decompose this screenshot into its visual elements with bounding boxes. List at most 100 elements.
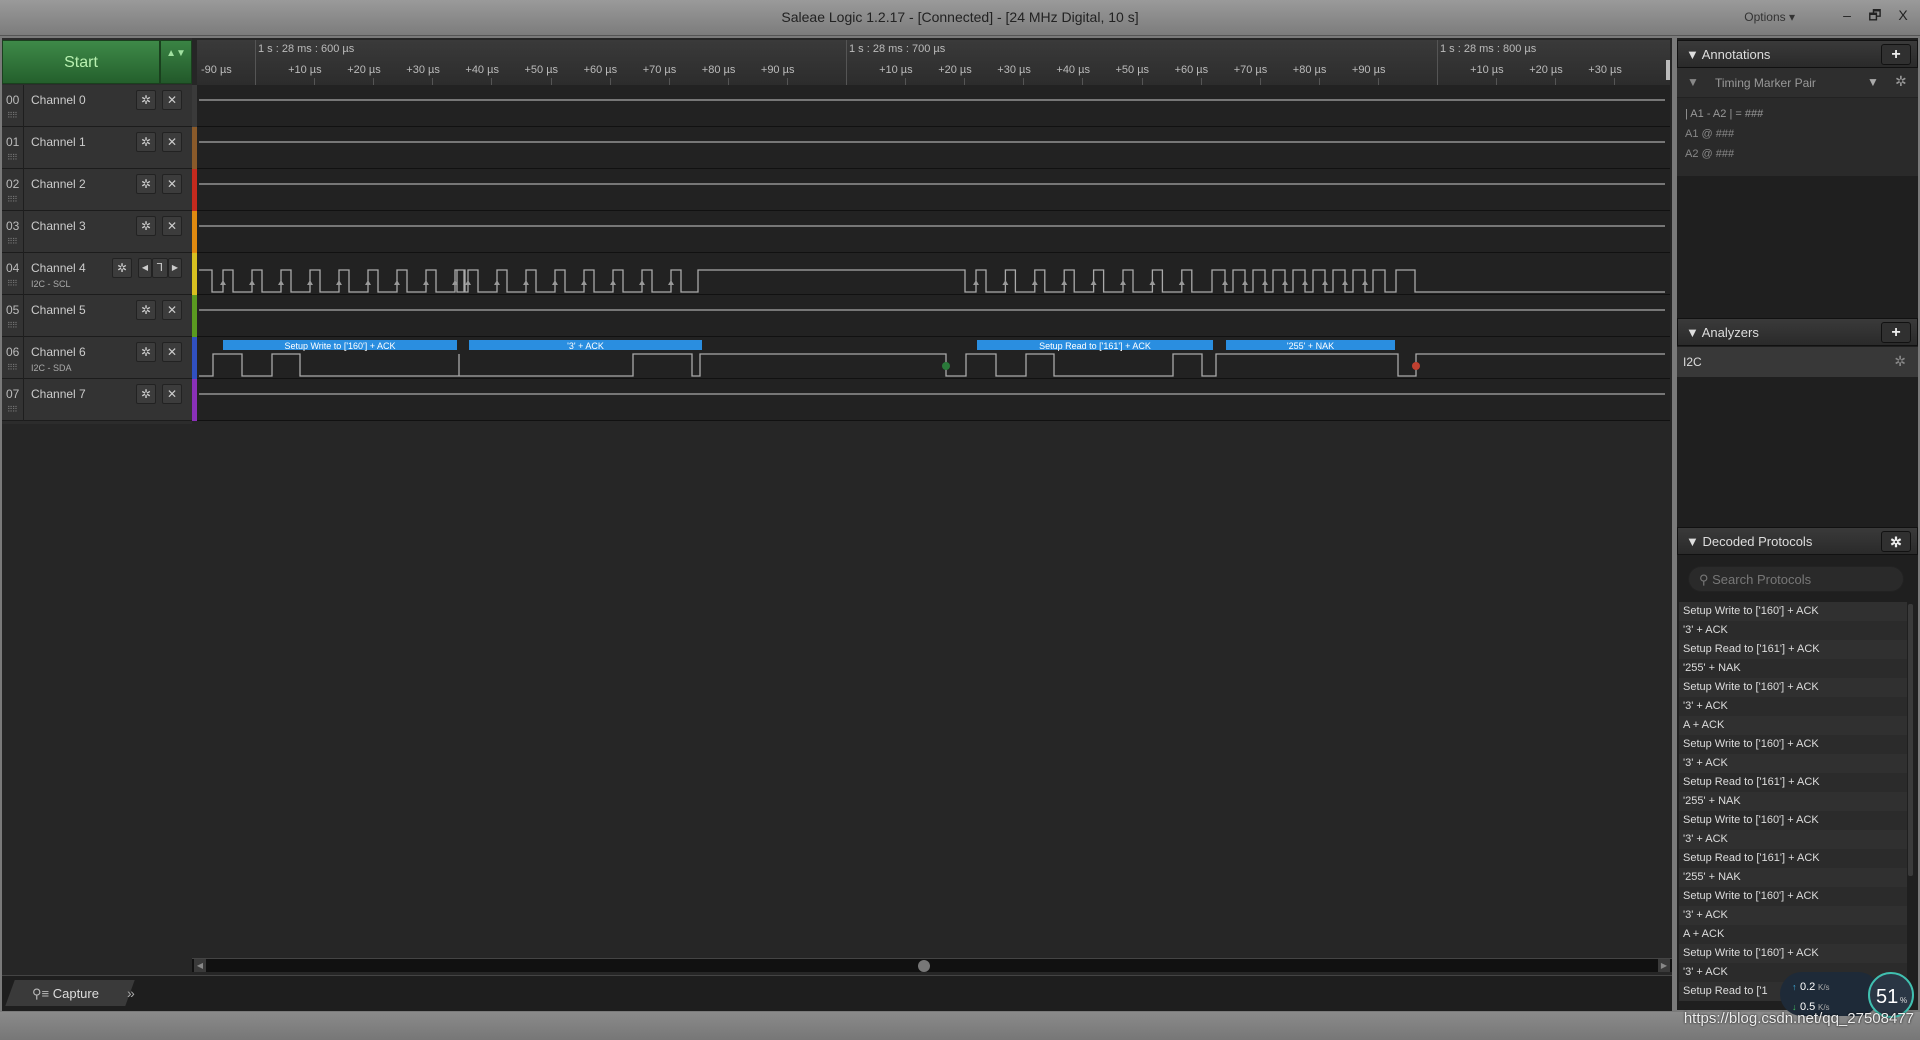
scroll-right-arrow-icon[interactable]: ▶ (1658, 959, 1670, 972)
start-button[interactable]: Start (2, 40, 160, 84)
gear-icon[interactable]: ✲ (136, 90, 156, 110)
close-channel-icon[interactable]: ✕ (162, 132, 182, 152)
drag-grip-icon[interactable]: ⠿⠿ (7, 237, 18, 246)
decoded-protocol-list[interactable]: Setup Write to ['160'] + ACK '3' + ACK Set… (1679, 602, 1907, 1001)
drag-grip-icon[interactable]: ⠿⠿ (7, 195, 18, 204)
channel-name[interactable]: Channel 3 (31, 219, 86, 233)
drag-grip-icon[interactable]: ⠿⠿ (7, 405, 18, 414)
gear-icon[interactable]: ✲ (136, 132, 156, 152)
gear-icon[interactable]: ✲ (136, 216, 156, 236)
channel-name[interactable]: Channel 7 (31, 387, 86, 401)
add-annotation-button[interactable]: + (1881, 44, 1911, 65)
drag-grip-icon[interactable]: ⠿⠿ (7, 111, 18, 120)
decoded-protocol-item[interactable]: '3' + ACK (1679, 697, 1907, 716)
close-channel-icon[interactable]: ✕ (162, 342, 182, 362)
expand-tabs-button[interactable]: » (127, 985, 135, 1001)
gear-icon[interactable]: ✲ (136, 342, 156, 362)
close-channel-icon[interactable]: ✕ (162, 216, 182, 236)
gear-icon[interactable]: ✲ (136, 300, 156, 320)
gear-icon[interactable]: ✲ (1895, 73, 1907, 90)
options-menu[interactable]: Options ▾ (1744, 10, 1795, 24)
channel-name[interactable]: Channel 6 (31, 345, 86, 359)
decoded-protocol-item[interactable]: '3' + ACK (1679, 754, 1907, 773)
channel-name[interactable]: Channel 1 (31, 135, 86, 149)
marker-dropdown-icon[interactable]: ▼ (1867, 75, 1879, 89)
decoded-protocol-item[interactable]: '3' + ACK (1679, 830, 1907, 849)
channel-name[interactable]: Channel 0 (31, 93, 86, 107)
drag-grip-icon[interactable]: ⠿⠿ (7, 279, 18, 288)
channel-row-02[interactable]: 02 ⠿⠿ Channel 2 ✲ ✕ (2, 169, 192, 211)
close-channel-icon[interactable]: ✕ (162, 90, 182, 110)
gear-icon[interactable]: ✲ (136, 174, 156, 194)
restore-button[interactable]: 🗗 (1862, 4, 1888, 26)
channel-row-01[interactable]: 01 ⠿⠿ Channel 1 ✲ ✕ (2, 127, 192, 169)
protocol-list-scrollbar[interactable] (1908, 604, 1913, 876)
decoded-protocol-item[interactable]: '3' + ACK (1679, 906, 1907, 925)
drag-grip-icon[interactable]: ⠿⠿ (7, 153, 18, 162)
upload-speed: 0.2 (1800, 981, 1815, 993)
decoded-protocols-header[interactable]: ▼ Decoded Protocols ✲ (1677, 527, 1918, 555)
scroll-thumb[interactable] (918, 960, 930, 972)
decoded-protocol-item[interactable]: Setup Write to ['160'] + ACK (1679, 944, 1907, 963)
drag-grip-icon[interactable]: ⠿⠿ (7, 363, 18, 372)
collapse-triangle-icon: ▼ (1686, 325, 1702, 340)
decoded-protocol-item[interactable]: Setup Read to ['161'] + ACK (1679, 849, 1907, 868)
rising-edge-marker (1362, 280, 1368, 285)
channel-row-06[interactable]: 06 ⠿⠿ Channel 6 I2C - SDA ✲ ✕ (2, 337, 192, 379)
minimize-button[interactable]: – (1834, 4, 1860, 26)
analyzers-header[interactable]: ▼ Analyzers + (1677, 318, 1918, 346)
channel-row-00[interactable]: 00 ⠿⠿ Channel 0 ✲ ✕ (2, 85, 192, 127)
analyzer-item-i2c[interactable]: I2C ✲ (1677, 347, 1918, 377)
trigger-right-icon[interactable]: ▶ (168, 258, 182, 278)
tick-mark (1614, 78, 1616, 85)
trigger-edge-icon[interactable]: Ꞁ (152, 258, 168, 278)
gear-icon[interactable]: ✲ (112, 258, 132, 278)
annotations-header[interactable]: ▼ Annotations + (1677, 40, 1918, 68)
drag-grip-icon[interactable]: ⠿⠿ (7, 321, 18, 330)
gear-icon[interactable]: ✲ (1894, 353, 1906, 370)
decoded-settings-gear-icon[interactable]: ✲ (1881, 531, 1911, 552)
rising-edge-marker (1120, 280, 1126, 285)
decoded-protocol-item[interactable]: '3' + ACK (1679, 621, 1907, 640)
decoded-protocol-item[interactable]: '255' + NAK (1679, 792, 1907, 811)
search-protocols-input[interactable]: ⚲ Search Protocols (1688, 566, 1904, 592)
decoded-protocol-item[interactable]: A + ACK (1679, 716, 1907, 735)
trigger-left-icon[interactable]: ◀ (138, 258, 152, 278)
close-channel-icon[interactable]: ✕ (162, 300, 182, 320)
minor-time-label: +20 µs (938, 64, 972, 76)
gear-icon[interactable]: ✲ (136, 384, 156, 404)
channel-name[interactable]: Channel 4 (31, 261, 86, 275)
scroll-left-arrow-icon[interactable]: ◀ (194, 959, 206, 972)
decoded-protocol-item[interactable]: Setup Write to ['160'] + ACK (1679, 811, 1907, 830)
close-button[interactable]: X (1890, 4, 1916, 26)
timing-marker-pair-row[interactable]: ▼ Timing Marker Pair ▼ ✲ (1677, 68, 1918, 98)
channel-row-05[interactable]: 05 ⠿⠿ Channel 5 ✲ ✕ (2, 295, 192, 337)
channel-name[interactable]: Channel 5 (31, 303, 86, 317)
decoded-protocol-item[interactable]: Setup Write to ['160'] + ACK (1679, 678, 1907, 697)
decoded-protocol-item[interactable]: Setup Write to ['160'] + ACK (1679, 602, 1907, 621)
decoded-protocol-item[interactable]: '255' + NAK (1679, 659, 1907, 678)
waveform-area[interactable]: Setup Write to ['160'] + ACK '3' + ACK Set… (197, 85, 1670, 425)
channel-row-07[interactable]: 07 ⠿⠿ Channel 7 ✲ ✕ (2, 379, 192, 421)
rising-edge-marker (1031, 280, 1038, 285)
start-options-arrows[interactable]: ▲▼ (160, 40, 192, 84)
decoded-protocol-item[interactable]: Setup Write to ['160'] + ACK (1679, 735, 1907, 754)
vertical-scrollbar[interactable] (1666, 60, 1670, 80)
channel-name[interactable]: Channel 2 (31, 177, 86, 191)
add-analyzer-button[interactable]: + (1881, 322, 1911, 343)
annotation-measurements: | A1 - A2 | = ### A1 @ ### A2 @ ### (1677, 98, 1918, 176)
close-channel-icon[interactable]: ✕ (162, 174, 182, 194)
decoded-protocol-item[interactable]: Setup Read to ['161'] + ACK (1679, 773, 1907, 792)
rising-edge-marker (465, 280, 471, 285)
horizontal-scrollbar[interactable]: ◀ ▶ (192, 958, 1672, 972)
decoded-protocol-item[interactable]: A + ACK (1679, 925, 1907, 944)
capture-tab-label[interactable]: ⚲≡ Capture (32, 986, 99, 1002)
channel-row-03[interactable]: 03 ⠿⠿ Channel 3 ✲ ✕ (2, 211, 192, 253)
timeline-ruler[interactable]: 1 s : 28 ms : 600 µs 1 s : 28 ms : 700 µs… (197, 40, 1670, 85)
close-channel-icon[interactable]: ✕ (162, 384, 182, 404)
decoded-protocol-item[interactable]: Setup Write to ['160'] + ACK (1679, 887, 1907, 906)
channel-row-04[interactable]: 04 ⠿⠿ Channel 4 I2C - SCL ✲ ◀ Ꞁ ▶ (2, 253, 192, 295)
decoded-protocol-item[interactable]: '255' + NAK (1679, 868, 1907, 887)
decoded-protocol-item[interactable]: Setup Read to ['161'] + ACK (1679, 640, 1907, 659)
rising-edge-marker (365, 280, 371, 285)
